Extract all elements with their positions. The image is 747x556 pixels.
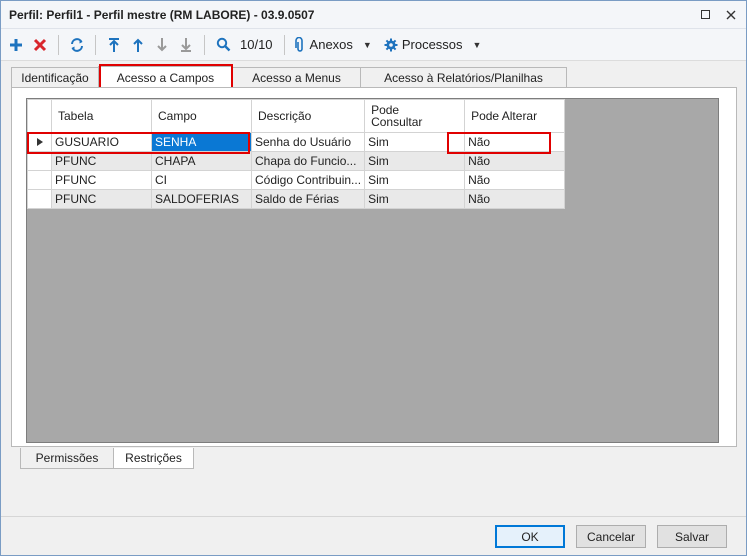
profile-window: Perfil: Perfil1 - Perfil mestre (RM LABO… [0,0,747,556]
ok-button[interactable]: OK [495,525,565,548]
cell-alterar[interactable]: Não [464,189,566,209]
cell-consultar[interactable]: Sim [364,189,466,209]
subtab-permissoes[interactable]: Permissões [20,448,114,469]
cell-consultar[interactable]: Sim [364,151,466,171]
save-button[interactable]: Salvar [657,525,727,548]
column-header-consultar-label: Pode Consultar [371,103,423,129]
close-button[interactable] [724,8,738,22]
cell-campo[interactable]: SALDOFERIAS [151,189,252,209]
plus-icon [10,38,22,51]
delete-button[interactable] [29,33,51,57]
column-header-campo[interactable]: Campo [151,99,252,133]
last-record-button[interactable] [175,33,197,57]
toolbar-separator [58,34,59,55]
cancel-button[interactable]: Cancelar [576,525,646,548]
window-title: Perfil: Perfil1 - Perfil mestre (RM LABO… [9,7,315,22]
refresh-button[interactable] [66,33,88,57]
gear-icon [384,38,398,51]
cell-alterar[interactable]: Não [464,151,566,171]
fields-grid: Tabela Campo Descrição Pode Consultar Po… [26,98,719,443]
cell-descricao[interactable]: Código Contribuin... [250,170,366,190]
row-indicator [27,189,52,209]
maximize-icon [700,10,710,19]
close-icon [726,10,736,19]
main-tabs: Identificação Acesso a Campos Acesso a M… [11,66,567,88]
tab-acesso-relatorios[interactable]: Acesso à Relatórios/Planilhas [360,67,567,88]
search-icon [216,37,230,52]
row-indicator [27,132,52,152]
chevron-down-icon: ▼ [472,39,482,50]
cell-campo[interactable]: SENHA [151,132,252,152]
maximize-button[interactable] [698,8,712,22]
arrow-up-icon [133,38,143,52]
cell-alterar[interactable]: Não [464,132,566,152]
search-button[interactable] [212,33,234,57]
anexos-menu[interactable]: Anexos ▼ [292,33,374,57]
paperclip-icon [294,36,303,52]
chevron-down-icon: ▼ [362,39,372,50]
next-record-button[interactable] [151,33,173,57]
arrow-last-icon [181,37,191,52]
toolbar-separator [204,34,205,55]
cell-tabela[interactable]: GUSUARIO [51,132,152,152]
cell-tabela[interactable]: PFUNC [51,170,152,190]
cell-descricao[interactable]: Saldo de Férias [250,189,366,209]
table-row[interactable]: PFUNC CHAPA Chapa do Funcio... Sim Não [27,151,566,171]
row-indicator [27,170,52,190]
cell-alterar[interactable]: Não [464,170,566,190]
row-indicator [27,151,52,171]
table-row[interactable]: GUSUARIO SENHA Senha do Usuário Sim Não [27,132,566,152]
cell-tabela[interactable]: PFUNC [51,189,152,209]
tab-acesso-campos[interactable]: Acesso a Campos [98,66,233,88]
anexos-label: Anexos [309,37,353,52]
arrow-first-icon [109,37,119,52]
header-indicator [27,99,52,133]
toolbar-separator [283,34,285,55]
processos-menu[interactable]: Processos ▼ [382,33,484,57]
tab-panel-acesso-campos: Tabela Campo Descrição Pode Consultar Po… [11,87,737,447]
cell-descricao[interactable]: Senha do Usuário [250,132,366,152]
toolbar: 10/10 Anexos ▼ Processos ▼ [1,29,746,61]
first-record-button[interactable] [103,33,125,57]
fields-table: Tabela Campo Descrição Pode Consultar Po… [27,99,566,209]
cell-campo[interactable]: CI [151,170,252,190]
table-row[interactable]: PFUNC CI Código Contribuin... Sim Não [27,170,566,190]
cell-campo[interactable]: CHAPA [151,151,252,171]
sub-tabs: Permissões Restrições [20,448,194,469]
column-header-alterar[interactable]: Pode Alterar [464,99,566,133]
cell-consultar[interactable]: Sim [364,132,466,152]
toolbar-separator [95,34,96,55]
column-header-tabela[interactable]: Tabela [51,99,152,133]
row-pointer-icon [36,138,43,146]
x-icon [33,38,47,51]
arrow-down-icon [157,37,167,51]
previous-record-button[interactable] [127,33,149,57]
footer-divider [1,516,746,517]
refresh-icon [71,37,83,52]
tab-acesso-menus[interactable]: Acesso a Menus [232,67,361,88]
tab-identificacao[interactable]: Identificação [11,67,99,88]
cell-descricao[interactable]: Chapa do Funcio... [250,151,366,171]
title-bar: Perfil: Perfil1 - Perfil mestre (RM LABO… [1,1,746,29]
column-header-consultar[interactable]: Pode Consultar [364,99,466,133]
table-row[interactable]: PFUNC SALDOFERIAS Saldo de Férias Sim Nã… [27,189,566,209]
subtab-restricoes[interactable]: Restrições [113,448,194,469]
cell-consultar[interactable]: Sim [364,170,466,190]
column-header-descricao[interactable]: Descrição [250,99,366,133]
record-counter: 10/10 [240,37,273,52]
add-button[interactable] [5,33,27,57]
cell-tabela[interactable]: PFUNC [51,151,152,171]
processos-label: Processos [401,37,463,52]
table-header-row: Tabela Campo Descrição Pode Consultar Po… [27,99,566,133]
